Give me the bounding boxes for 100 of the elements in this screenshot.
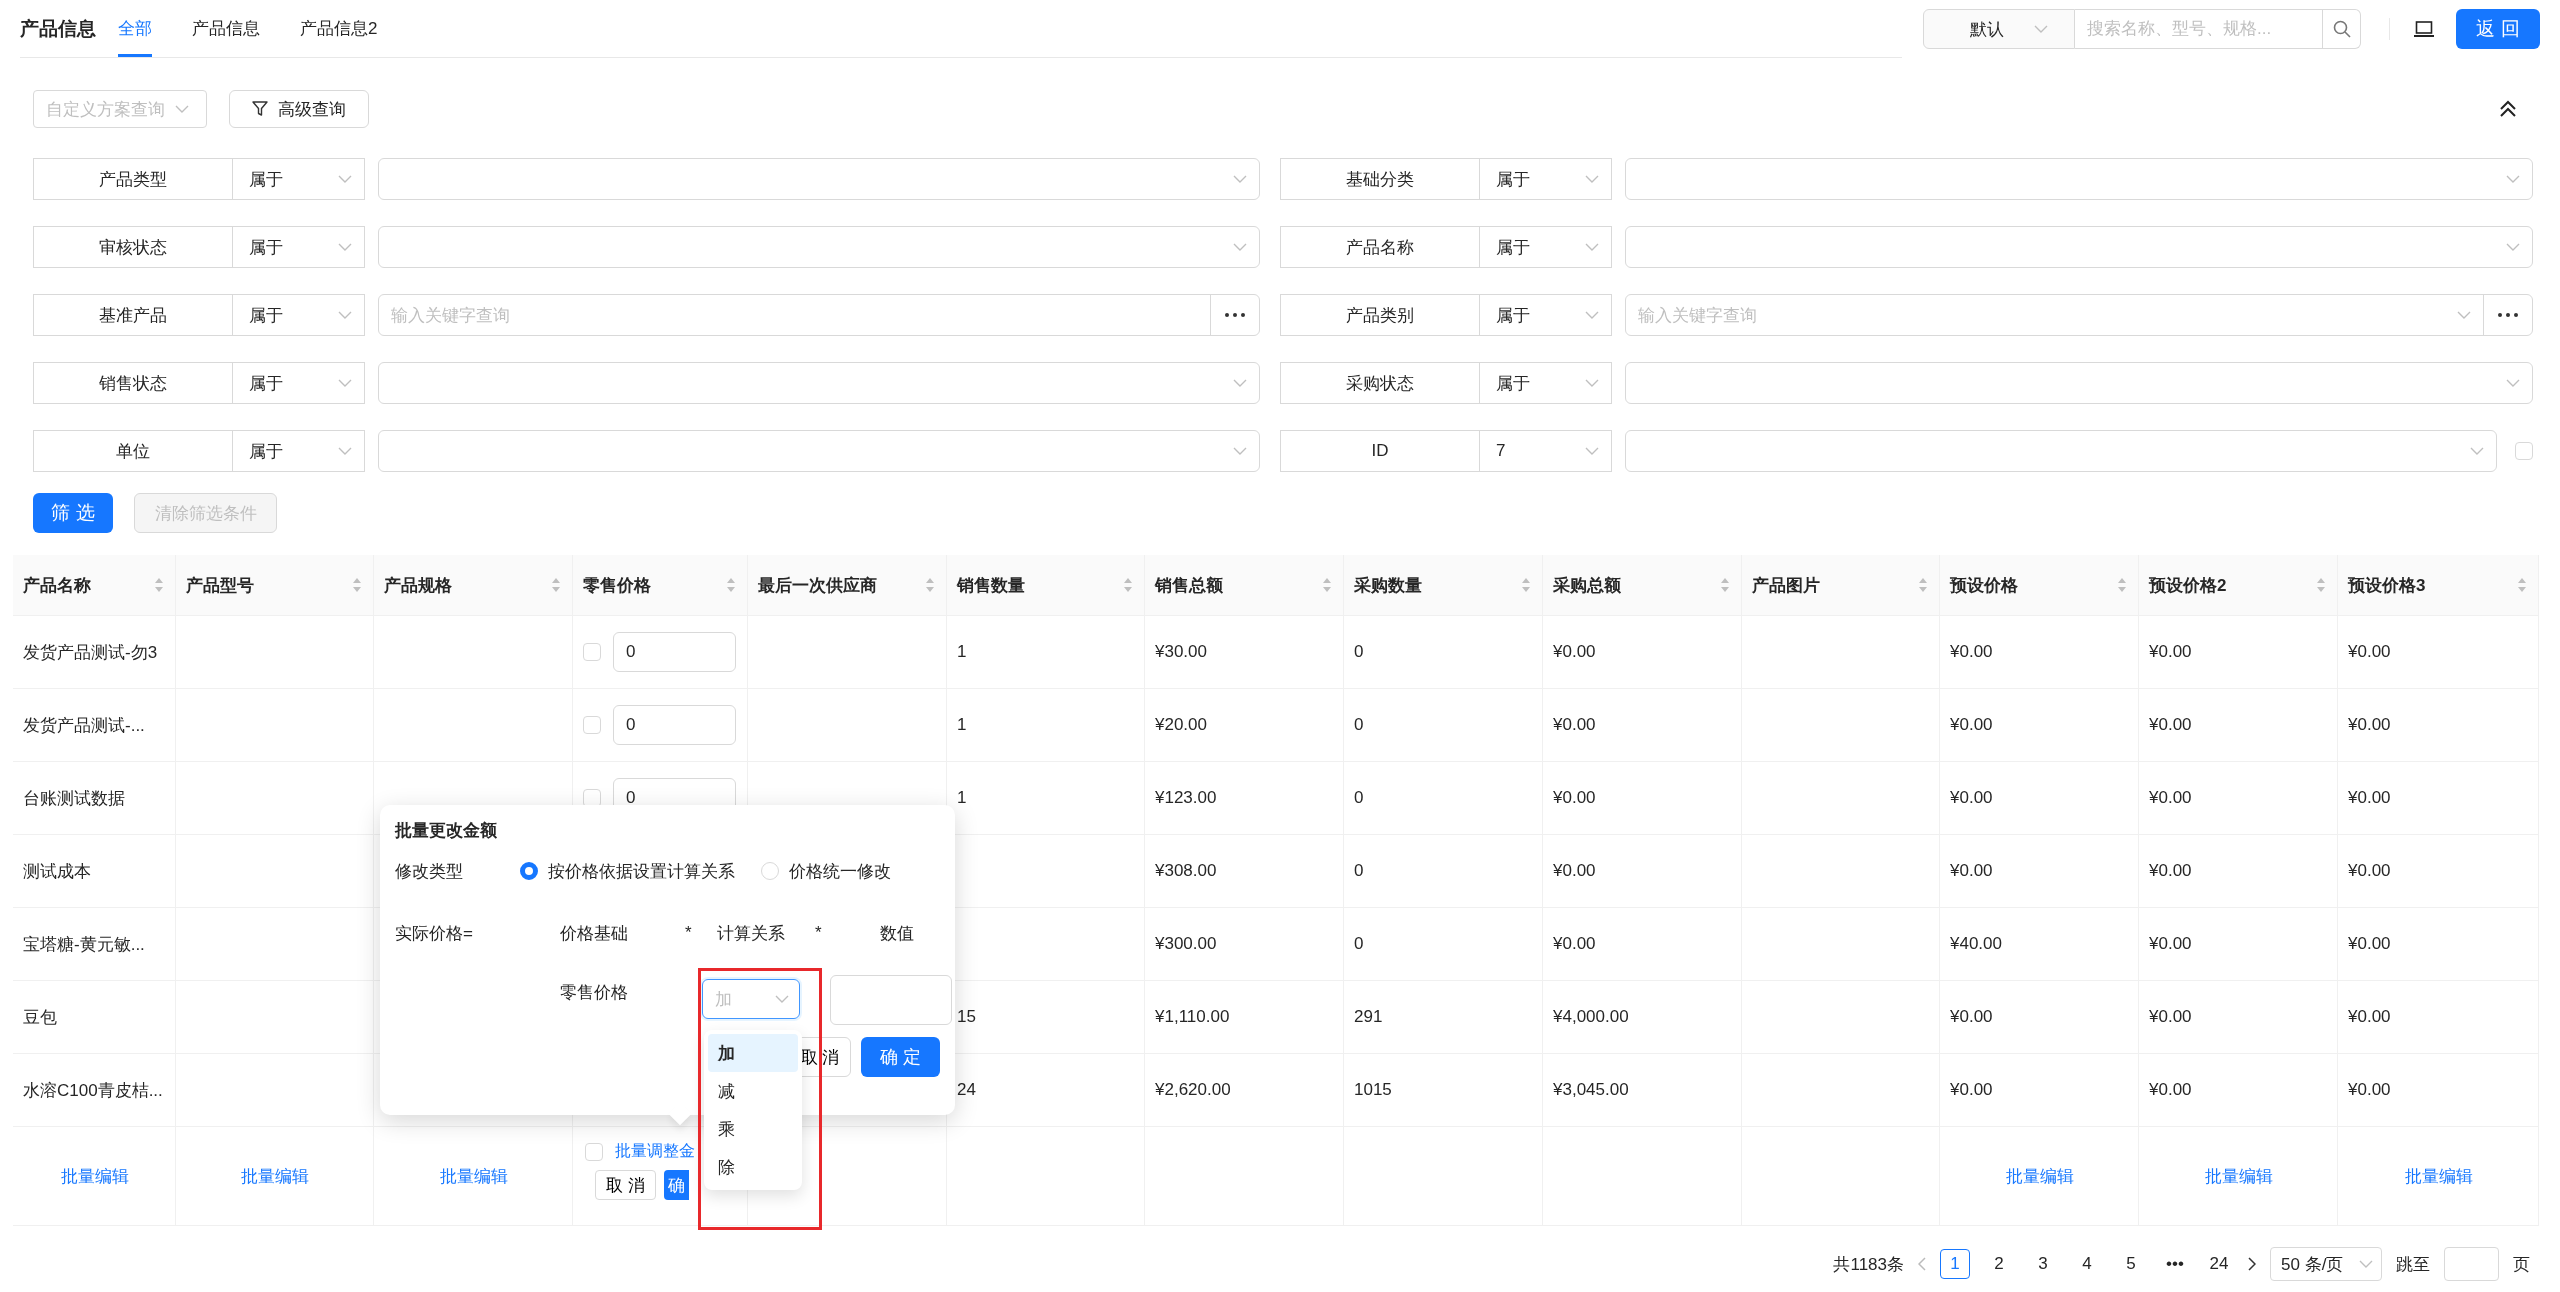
operator-select[interactable]: 属于 bbox=[1480, 294, 1612, 336]
table-cell: 1 bbox=[957, 788, 967, 808]
column-header: 预设价格3 bbox=[2348, 574, 2426, 597]
table-cell: 0 bbox=[1354, 715, 1364, 735]
column-header: 预设价格 bbox=[1950, 574, 2018, 597]
table-cell: ¥0.00 bbox=[2348, 1080, 2391, 1100]
formula-term: 价格基础 bbox=[560, 922, 629, 945]
menu-option[interactable]: 除 bbox=[708, 1148, 798, 1186]
batch-edit-link[interactable]: 批量编辑 bbox=[241, 1164, 309, 1188]
jump-label: 跳至 bbox=[2396, 1253, 2430, 1276]
confirm-button[interactable]: 确 定 bbox=[861, 1037, 940, 1077]
operator-select[interactable]: 属于 bbox=[233, 362, 365, 404]
table-cell: ¥0.00 bbox=[2348, 642, 2391, 662]
table-cell: ¥0.00 bbox=[1950, 1080, 1993, 1100]
field-label: 产品名称 bbox=[1280, 226, 1480, 268]
field-label: 零售价格 bbox=[560, 982, 629, 1004]
table-cell: ¥0.00 bbox=[1950, 788, 1993, 808]
table-cell: ¥0.00 bbox=[2149, 861, 2192, 881]
table-cell: 15 bbox=[957, 1007, 976, 1027]
table-cell: 291 bbox=[1354, 1007, 1383, 1027]
table-cell-text: 豆包 bbox=[23, 1006, 57, 1029]
batch-edit-link[interactable]: 批量编辑 bbox=[2204, 1164, 2273, 1188]
page-button[interactable]: 5 bbox=[2116, 1249, 2146, 1279]
menu-option[interactable]: 乘 bbox=[708, 1110, 798, 1148]
operator-select[interactable]: 属于 bbox=[233, 294, 365, 336]
table-cell: 1015 bbox=[1354, 1080, 1392, 1100]
table-cell: 0 bbox=[1354, 934, 1364, 954]
batch-edit-link[interactable]: 批量编辑 bbox=[2005, 1164, 2074, 1188]
confirm-button[interactable]: 确 bbox=[663, 1170, 689, 1200]
search-field[interactable]: 搜索名称、型号、规格... bbox=[2075, 9, 2323, 49]
table-cell-text: 发货产品测试-... bbox=[23, 714, 145, 737]
back-button[interactable]: 返 回 bbox=[2456, 9, 2540, 49]
operator-select[interactable]: 属于 bbox=[1480, 158, 1612, 200]
table-cell-text: 发货产品测试-勿3 bbox=[23, 641, 158, 664]
page-button[interactable]: 3 bbox=[2028, 1249, 2058, 1279]
operator-select[interactable]: 属于 bbox=[233, 430, 365, 472]
operator-select[interactable]: 属于 bbox=[233, 226, 365, 268]
operator-select[interactable]: 属于 bbox=[1480, 226, 1612, 268]
menu-option[interactable]: 加 bbox=[708, 1034, 798, 1072]
advanced-search-button[interactable]: 高级查询 bbox=[229, 90, 369, 128]
table-cell: ¥40.00 bbox=[1950, 934, 2002, 954]
table-cell: ¥0.00 bbox=[1950, 715, 1993, 735]
price-field[interactable]: 0 bbox=[613, 632, 736, 672]
tab[interactable]: 产品信息2 bbox=[300, 0, 378, 57]
tab[interactable]: 全部 bbox=[118, 0, 152, 57]
field-label: 产品类别 bbox=[1280, 294, 1480, 336]
table-cell: ¥1,110.00 bbox=[1155, 1007, 1230, 1027]
batch-adjust-link[interactable]: 批量调整金 bbox=[615, 1141, 695, 1162]
field-label: 基础分类 bbox=[1280, 158, 1480, 200]
formula-term: 实际价格= bbox=[395, 922, 474, 945]
page-button[interactable]: 4 bbox=[2072, 1249, 2102, 1279]
table-cell-text: 台账测试数据 bbox=[23, 787, 125, 810]
table-cell: ¥0.00 bbox=[2348, 934, 2391, 954]
table-cell: ¥0.00 bbox=[2149, 642, 2192, 662]
table-cell: ¥123.00 bbox=[1155, 788, 1217, 808]
table-cell: ¥300.00 bbox=[1155, 934, 1217, 954]
field-label: 审核状态 bbox=[33, 226, 233, 268]
table-cell: ¥0.00 bbox=[2348, 788, 2391, 808]
page-button[interactable]: 1 bbox=[1940, 1249, 1970, 1279]
column-header: 产品规格 bbox=[384, 574, 452, 597]
batch-edit-link[interactable]: 批量编辑 bbox=[60, 1164, 129, 1188]
field-label: 基准产品 bbox=[33, 294, 233, 336]
table-cell: ¥0.00 bbox=[2348, 715, 2391, 735]
column-header: 产品图片 bbox=[1752, 574, 1820, 597]
column-header: 最后一次供应商 bbox=[758, 574, 877, 597]
cancel-button[interactable]: 取 消 bbox=[595, 1170, 656, 1200]
table-cell: ¥0.00 bbox=[2149, 1007, 2192, 1027]
table-cell: ¥20.00 bbox=[1155, 715, 1207, 735]
operator-select[interactable]: 7 bbox=[1480, 430, 1612, 472]
menu-option[interactable]: 减 bbox=[708, 1072, 798, 1110]
radio-option[interactable]: 按价格依据设置计算关系 bbox=[520, 859, 735, 883]
formula-term: 计算关系 bbox=[717, 922, 786, 945]
table-cell: ¥308.00 bbox=[1155, 861, 1217, 881]
table-cell: ¥0.00 bbox=[1950, 861, 1993, 881]
page-button[interactable]: ••• bbox=[2160, 1249, 2190, 1279]
scope-select[interactable]: 默认 bbox=[1923, 9, 2075, 49]
field-label: ID bbox=[1280, 430, 1480, 472]
formula-term: * bbox=[815, 923, 823, 943]
operator-select[interactable]: 属于 bbox=[233, 158, 365, 200]
column-header: 预设价格2 bbox=[2149, 574, 2227, 597]
page-button[interactable]: 2 bbox=[1984, 1249, 2014, 1279]
field-label: 修改类型 bbox=[395, 860, 464, 883]
page-button[interactable]: 24 bbox=[2204, 1249, 2234, 1279]
total-count: 共1183条 bbox=[1833, 1253, 1904, 1276]
price-field[interactable]: 0 bbox=[613, 705, 736, 745]
page-size-select[interactable]: 50 条/页 bbox=[2270, 1247, 2382, 1281]
filter-button[interactable]: 筛 选 bbox=[33, 493, 113, 533]
operator-select[interactable]: 属于 bbox=[1480, 362, 1612, 404]
table-cell: 1 bbox=[957, 715, 967, 735]
tab[interactable]: 产品信息 bbox=[192, 0, 260, 57]
table-cell: ¥0.00 bbox=[2149, 1080, 2192, 1100]
table-cell: ¥4,000.00 bbox=[1553, 1007, 1629, 1027]
table-cell: ¥0.00 bbox=[1553, 788, 1596, 808]
table-cell: ¥0.00 bbox=[2348, 861, 2391, 881]
column-header: 采购总额 bbox=[1553, 574, 1621, 597]
table-cell: 0 bbox=[1354, 861, 1364, 881]
radio-option[interactable]: 价格统一修改 bbox=[761, 859, 891, 883]
batch-edit-link[interactable]: 批量编辑 bbox=[439, 1164, 508, 1188]
batch-edit-link[interactable]: 批量编辑 bbox=[2404, 1164, 2473, 1188]
table-cell: ¥0.00 bbox=[1553, 861, 1596, 881]
